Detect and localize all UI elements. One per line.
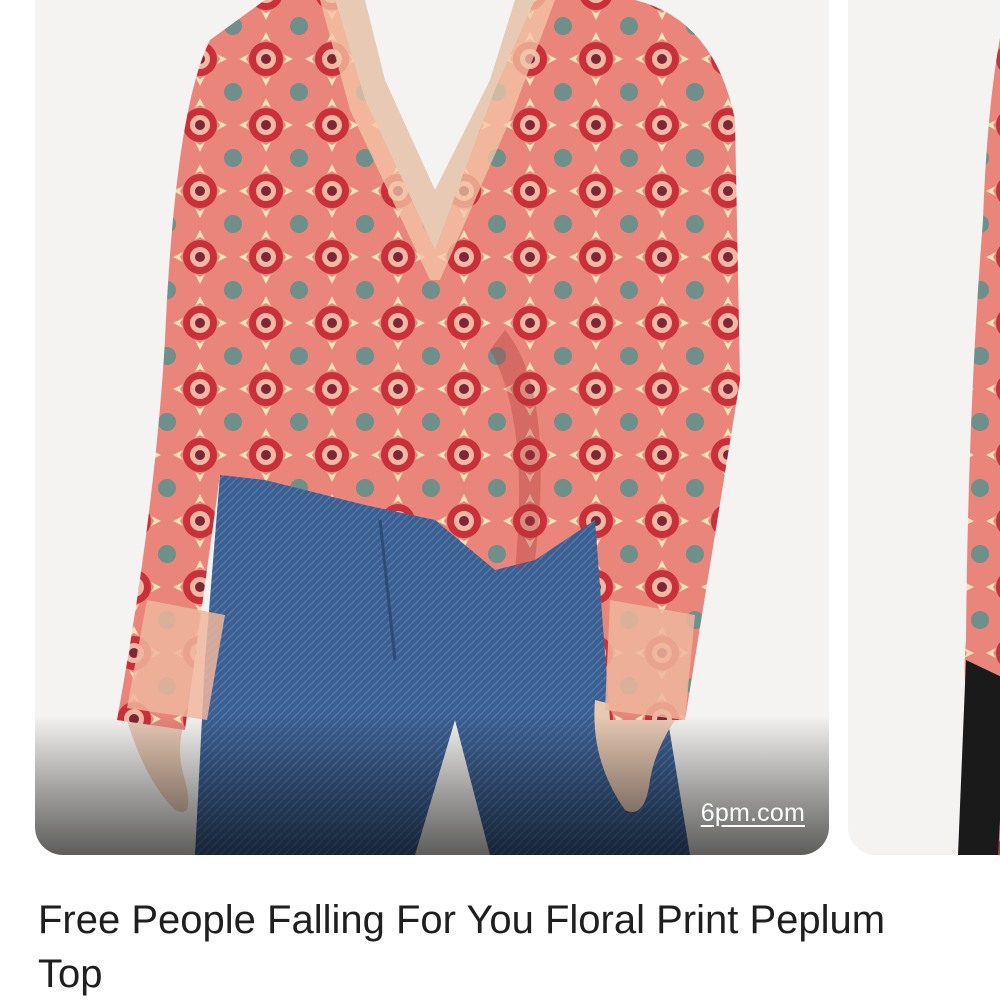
image-caption-gradient — [35, 715, 829, 855]
source-site-link[interactable]: 6pm.com — [701, 799, 805, 828]
next-product-image — [848, 0, 1000, 855]
product-title-link[interactable]: Free People Falling For You Floral Print… — [38, 893, 938, 1000]
image-result-viewer: 6pm.com Free People Falling For You Flor… — [0, 0, 1000, 1000]
result-image-card[interactable]: 6pm.com — [35, 0, 829, 855]
next-result-image-card[interactable] — [848, 0, 1000, 855]
